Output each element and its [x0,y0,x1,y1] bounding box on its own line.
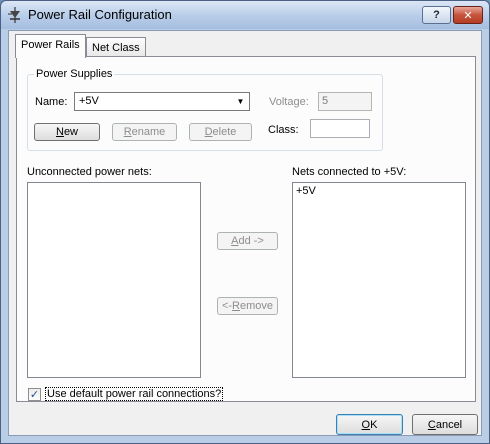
power-supplies-group: Power Supplies Name: +5V ▼ Voltage: 5 Ne… [27,68,383,151]
ok-button-label: K [370,418,378,431]
voltage-label: Voltage: [269,96,309,108]
tab-power-rails[interactable]: Power Rails [15,34,86,58]
remove-button-accel: R [232,300,240,312]
name-dropdown-value: +5V [79,95,99,107]
tab-net-class[interactable]: Net Class [86,37,146,58]
delete-button-label: elete [212,126,237,138]
chevron-down-icon: ▼ [236,97,245,106]
tab-panel-power-rails: Power Supplies Name: +5V ▼ Voltage: 5 Ne… [16,56,476,402]
remove-button-label: emove [240,300,274,312]
close-button[interactable]: ✕ [453,6,483,24]
add-button-accel: A [231,235,239,247]
add-button-label: dd -> [238,235,264,247]
cancel-button[interactable]: Cancel [412,414,478,435]
default-connections-checkbox[interactable]: ✓ [28,388,41,401]
connected-nets-list[interactable]: +5V [292,182,466,378]
remove-button[interactable]: <- Remove [217,297,278,315]
default-connections-label[interactable]: Use default power rail connections? [45,387,224,401]
power-supplies-group-label: Power Supplies [34,68,115,80]
rename-button-label: ename [131,126,166,138]
delete-button[interactable]: Delete [189,123,252,141]
voltage-field[interactable]: 5 [318,92,372,111]
title-bar[interactable]: Power Rail Configuration ? ✕ [1,1,489,29]
help-button[interactable]: ? [422,6,451,24]
connected-nets-label: Nets connected to +5V: [292,166,407,178]
class-field[interactable] [310,119,370,138]
add-button[interactable]: Add -> [217,232,278,250]
delete-button-accel: D [204,126,213,138]
name-dropdown[interactable]: +5V ▼ [74,92,250,111]
list-item[interactable]: +5V [296,185,462,199]
unconnected-nets-list[interactable] [27,182,201,378]
ok-button-accel: O [361,418,371,431]
ok-button[interactable]: OK [336,414,403,435]
rename-button-accel: R [123,126,132,138]
rename-button[interactable]: Rename [112,123,177,141]
dialog-client: Power Rails Net Class Power Supplies Nam… [8,30,482,436]
cancel-button-label: ancel [435,418,463,431]
remove-button-prefix: <- [221,300,233,312]
window-title: Power Rail Configuration [28,7,172,22]
name-label: Name: [35,96,68,108]
new-button-label: ew [63,126,78,138]
schematic-component-icon [8,7,20,23]
class-label: Class: [268,124,299,136]
new-button[interactable]: New [34,123,100,141]
cancel-button-accel: C [427,418,436,431]
unconnected-nets-label: Unconnected power nets: [27,166,152,178]
new-button-accel: N [55,126,64,138]
dialog-window: Power Rail Configuration ? ✕ Power Rails… [0,0,490,444]
